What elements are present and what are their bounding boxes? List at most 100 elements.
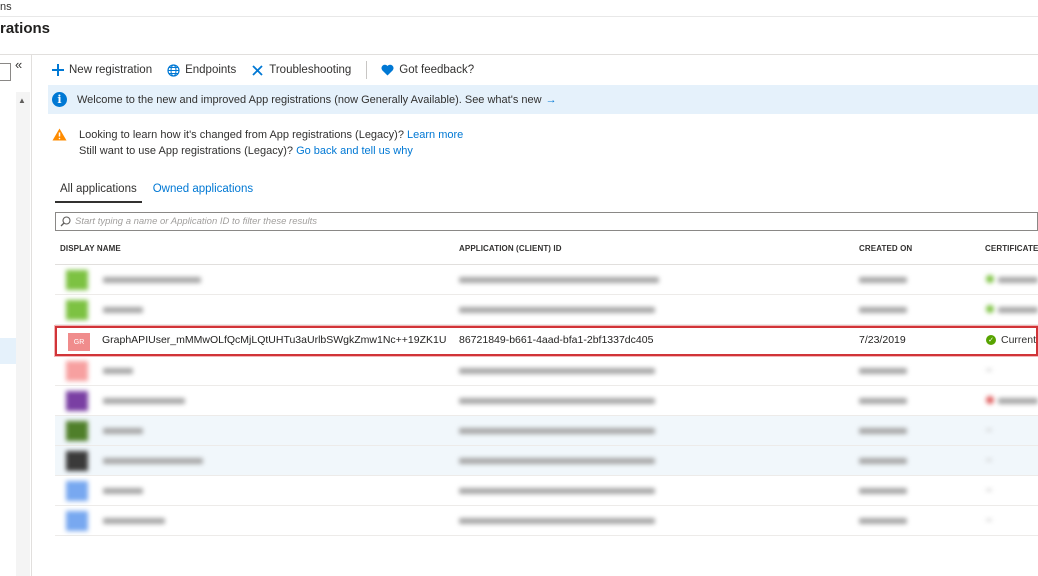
breadcrumb[interactable]: ns <box>0 0 1038 17</box>
cert-status-empty <box>986 459 992 461</box>
redacted-display-name <box>103 368 133 374</box>
warning-text: Looking to learn how it's changed from A… <box>79 127 463 159</box>
redacted-created-on <box>859 428 907 434</box>
feedback-label: Got feedback? <box>399 64 475 76</box>
redacted-created-on <box>859 368 907 374</box>
warning-line2: Still want to use App registrations (Leg… <box>79 145 297 157</box>
tools-icon <box>252 64 263 76</box>
info-icon: i <box>52 92 67 107</box>
cert-status-dot <box>986 396 994 404</box>
table-row[interactable] <box>55 356 1038 386</box>
new-registration-button[interactable]: New registration <box>52 64 152 76</box>
nav-scrollbar[interactable] <box>16 92 30 576</box>
cert-status-empty <box>986 429 992 431</box>
tab-all-applications[interactable]: All applications <box>55 181 142 203</box>
table-row[interactable] <box>55 416 1038 446</box>
redacted-client-id <box>459 458 655 464</box>
app-avatar <box>66 481 88 501</box>
redacted-cert-status <box>998 277 1038 283</box>
redacted-display-name <box>103 307 143 313</box>
redacted-display-name <box>103 398 185 404</box>
app-tabs: All applications Owned applications <box>55 181 264 203</box>
warning-line1: Looking to learn how it's changed from A… <box>79 129 408 141</box>
cert-status-dot <box>986 305 994 313</box>
page-title: rations <box>0 20 51 37</box>
col-display-name[interactable]: DISPLAY NAME <box>60 244 121 253</box>
col-created-on[interactable]: CREATED ON <box>859 244 912 253</box>
redacted-created-on <box>859 398 907 404</box>
nav-search-box[interactable] <box>0 63 11 81</box>
table-row[interactable] <box>55 506 1038 536</box>
table-row[interactable] <box>55 265 1038 295</box>
table-row[interactable] <box>55 386 1038 416</box>
app-avatar <box>66 270 88 290</box>
app-avatar <box>66 421 88 441</box>
breadcrumb-text[interactable]: ns <box>0 1 12 13</box>
redacted-created-on <box>859 458 907 464</box>
search-input[interactable]: Start typing a name or Application ID to… <box>55 212 1038 231</box>
app-avatar <box>66 361 88 381</box>
learn-more-link[interactable]: Learn more <box>407 129 463 141</box>
warning-icon <box>52 128 67 141</box>
redacted-display-name <box>103 428 143 434</box>
redacted-client-id <box>459 398 655 404</box>
cert-status: ✓ Current <box>986 334 1036 346</box>
app-avatar <box>66 451 88 471</box>
nav-selected-item[interactable] <box>0 338 16 364</box>
table-row[interactable] <box>55 446 1038 476</box>
app-display-name[interactable]: GraphAPIUser_mMMwOLfQcMjLQtUHTu3aUrlbSWg… <box>102 334 446 346</box>
go-back-link[interactable]: Go back and tell us why <box>296 145 413 157</box>
redacted-display-name <box>103 518 165 524</box>
new-registration-label: New registration <box>69 64 153 76</box>
app-avatar <box>66 511 88 531</box>
heart-icon <box>381 64 394 76</box>
col-certificates[interactable]: CERTIFICATES <box>985 244 1038 253</box>
cert-status-empty <box>986 369 992 371</box>
cert-status-empty <box>986 489 992 491</box>
info-banner[interactable]: i Welcome to the new and improved App re… <box>48 85 1038 114</box>
redacted-display-name <box>103 458 203 464</box>
collapse-menu-button[interactable]: « <box>15 57 22 72</box>
checkmark-icon: ✓ <box>986 335 996 345</box>
toolbar-separator <box>366 61 368 79</box>
col-app-id[interactable]: APPLICATION (CLIENT) ID <box>459 244 562 253</box>
redacted-client-id <box>459 518 655 524</box>
app-avatar <box>66 391 88 411</box>
troubleshooting-button[interactable]: Troubleshooting <box>251 64 351 77</box>
redacted-created-on <box>859 307 907 313</box>
redacted-created-on <box>859 277 907 283</box>
app-created-on: 7/23/2019 <box>859 334 906 346</box>
globe-icon <box>167 63 180 77</box>
table-row-highlighted[interactable]: GR GraphAPIUser_mMMwOLfQcMjLQtUHTu3aUrlb… <box>55 326 1038 356</box>
redacted-client-id <box>459 488 655 494</box>
feedback-button[interactable]: Got feedback? <box>381 64 474 76</box>
endpoints-button[interactable]: Endpoints <box>167 63 237 77</box>
title-divider <box>0 54 1038 55</box>
app-initials: GR <box>73 338 85 346</box>
tab-owned-applications[interactable]: Owned applications <box>148 181 258 203</box>
redacted-created-on <box>859 488 907 494</box>
search-icon <box>60 216 71 227</box>
cert-status-empty <box>986 519 992 521</box>
search-placeholder: Start typing a name or Application ID to… <box>75 216 318 227</box>
redacted-client-id <box>459 368 655 374</box>
app-client-id: 86721849-b661-4aad-bfa1-2bf1337dc405 <box>459 334 654 346</box>
redacted-display-name <box>103 488 143 494</box>
cert-status-text: Current <box>1001 334 1037 346</box>
redacted-client-id <box>459 277 659 283</box>
cert-status-dot <box>986 275 994 283</box>
redacted-created-on <box>859 518 907 524</box>
troubleshooting-label: Troubleshooting <box>269 64 352 76</box>
redacted-cert-status <box>998 398 1038 404</box>
table-row[interactable] <box>55 295 1038 325</box>
plus-icon <box>52 64 64 76</box>
info-banner-text: Welcome to the new and improved App regi… <box>77 93 542 106</box>
endpoints-label: Endpoints <box>185 64 237 76</box>
table-row[interactable] <box>55 476 1038 506</box>
arrow-right-icon[interactable]: → <box>546 94 557 106</box>
redacted-client-id <box>459 428 655 434</box>
app-avatar <box>66 300 88 320</box>
redacted-display-name <box>103 277 201 283</box>
app-avatar: GR <box>68 333 90 351</box>
scroll-up-icon[interactable]: ▲ <box>18 96 26 105</box>
